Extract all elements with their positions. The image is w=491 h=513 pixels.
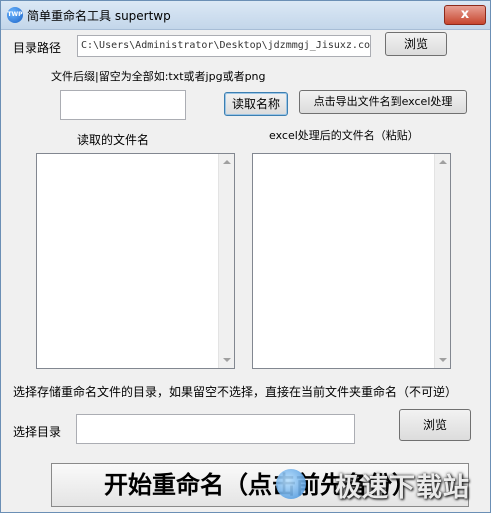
target-dir-hint: 选择存储重命名文件的目录，如果留空不选择，直接在当前文件夹重命名（不可逆） [13,385,458,399]
suffix-hint: 文件后缀|留空为全部如:txt或者jpg或者png [51,70,266,83]
target-dir-label: 选择目录 [13,425,62,439]
excel-list-title: excel处理后的文件名（粘贴） [269,129,419,142]
target-dir-input[interactable] [76,414,355,444]
app-logo-icon: TWP [7,7,23,23]
target-browse-button[interactable]: 浏览 [399,409,471,441]
main-window: TWP 简单重命名工具 supertwp x 目录路径 C:\Users\Adm… [0,0,491,513]
read-names-list[interactable] [36,153,235,369]
read-list-title: 读取的文件名 [77,133,150,147]
suffix-input[interactable] [60,90,186,120]
scroll-up-arrow-icon[interactable] [439,160,447,164]
read-list-scrollbar[interactable] [218,154,234,368]
excel-list-scrollbar[interactable] [434,154,450,368]
window-title: 简单重命名工具 supertwp [27,9,171,23]
read-names-button[interactable]: 读取名称 [224,92,288,116]
watermark-text: 极速下载站 [334,473,470,503]
scroll-down-arrow-icon[interactable] [223,358,231,362]
export-excel-button[interactable]: 点击导出文件名到excel处理 [299,90,467,114]
dir-browse-button[interactable]: 浏览 [385,32,447,56]
scroll-down-arrow-icon[interactable] [439,358,447,362]
title-bar[interactable]: TWP 简单重命名工具 supertwp x [1,1,490,30]
dir-path-label: 目录路径 [13,41,62,55]
close-icon: x [460,7,470,22]
excel-names-list[interactable] [252,153,451,369]
scroll-up-arrow-icon[interactable] [223,160,231,164]
watermark-logo-icon [276,469,306,499]
close-button[interactable]: x [444,5,486,25]
dir-path-input[interactable]: C:\Users\Administrator\Desktop\jdzmmgj_J… [77,35,371,57]
